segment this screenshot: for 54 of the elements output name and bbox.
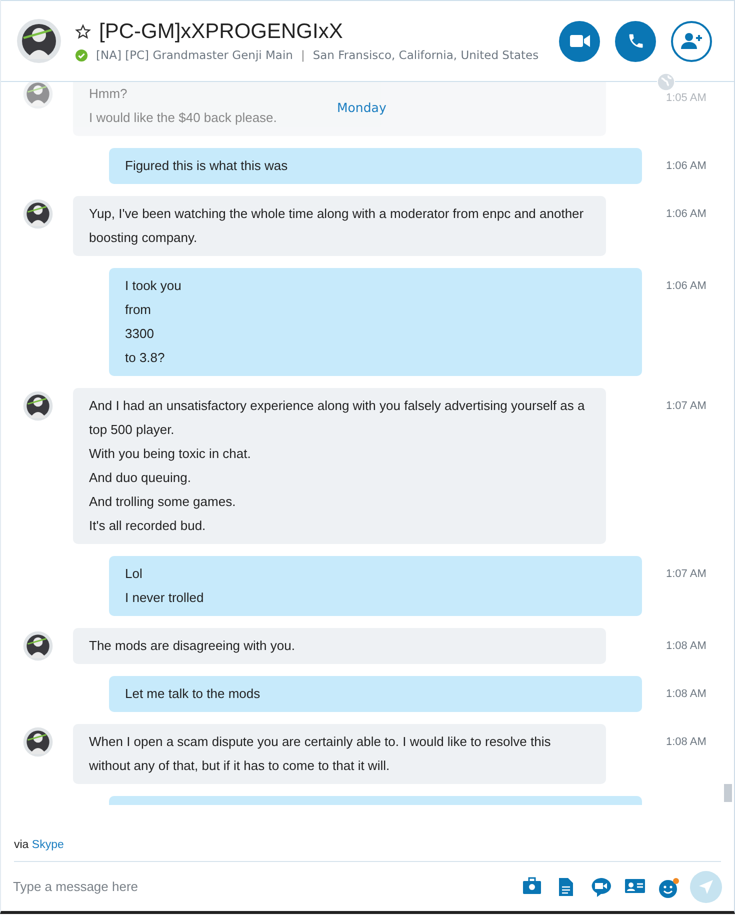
add-contact-button[interactable] [671, 20, 712, 62]
media-icon[interactable] [522, 876, 542, 897]
message-text: And I had an unsatisfactory experience along with you falsely advertising yourself as a top 500 player. [89, 397, 586, 439]
message-text: The mods are disagreeing with you. [89, 637, 295, 655]
message-text: I took you [125, 277, 182, 295]
scrollbar-thumb[interactable] [724, 784, 732, 802]
message-time: 1:07 AM [666, 399, 706, 412]
skype-link[interactable]: Skype [32, 839, 64, 851]
phone-icon [626, 32, 644, 50]
video-call-button[interactable] [559, 20, 600, 62]
avatar [22, 390, 54, 422]
avatar [22, 198, 54, 230]
message-text: And duo queuing. [89, 469, 191, 487]
video-camera-icon [570, 34, 590, 48]
message-time: 1:06 AM [666, 279, 706, 292]
message-text: from [125, 301, 151, 319]
message-time: 1:08 AM [666, 735, 706, 748]
mood-text: [NA] [PC] Grandmaster Genji Main [96, 48, 293, 62]
message-text: Figured this is what this was [125, 157, 288, 175]
message-text: And trolling some games. [89, 493, 236, 511]
send-icon [698, 878, 714, 895]
message-text: I would like the $40 back please. [89, 109, 277, 127]
star-icon[interactable] [75, 24, 91, 40]
add-person-icon [680, 32, 702, 50]
message-time: 1:06 AM [666, 207, 706, 220]
file-icon[interactable] [556, 876, 576, 897]
message-text: 3300 [125, 325, 154, 343]
message-text: to 3.8? [125, 349, 165, 367]
avatar [22, 630, 54, 662]
via-text: via [14, 839, 29, 851]
message-text: Lol [125, 565, 142, 583]
day-label: Monday [337, 100, 386, 115]
location-text: San Fransisco, California, United States [312, 48, 539, 62]
message-text: It's all recorded bud. [89, 517, 206, 535]
message-text: With you being toxic in chat. [89, 445, 251, 463]
message-input[interactable]: Type a message here [13, 879, 522, 894]
contact-name: [PC-GM]xXPROGENGIxX [99, 20, 343, 44]
message-time: 1:05 AM [666, 91, 706, 104]
message-time: 1:07 AM [666, 567, 706, 580]
message-text: I never trolled [125, 589, 204, 607]
message-text: When I open a scam dispute you are certainly able to. I would like to resolve this without any of that, but if it has to come to that it will. [89, 733, 552, 775]
message-text: Yup, I've been watching the whole time along with a moderator from enpc and another boosting company. [89, 205, 585, 247]
call-button[interactable] [615, 20, 656, 62]
avatar [15, 17, 63, 65]
message-text: Let me talk to the mods [125, 685, 260, 703]
message-text: Hmm? [89, 85, 128, 103]
message-time: 1:08 AM [666, 687, 706, 700]
emoji-icon[interactable] [658, 876, 678, 897]
avatar [22, 726, 54, 758]
message-time: 1:06 AM [666, 159, 706, 172]
video-message-icon[interactable] [590, 876, 610, 897]
message-time: 1:08 AM [666, 639, 706, 652]
avatar [22, 82, 54, 110]
separator: | [300, 48, 305, 62]
